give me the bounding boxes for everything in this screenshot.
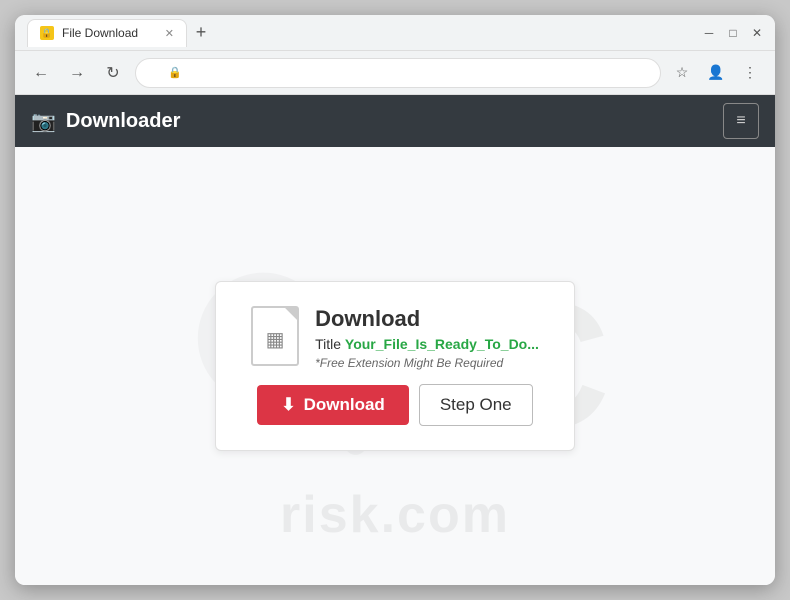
tabs-area: 🔒 File Download ✕ +: [23, 19, 691, 47]
main-content: PC risk.com ▦ Download Title Your_File_I…: [15, 147, 775, 585]
browser-window: 🔒 File Download ✕ + ─ □ ✕ ← → ↻ 🔒 ☆ 👤 ⋮: [15, 15, 775, 585]
bookmark-button[interactable]: ☆: [669, 60, 695, 86]
file-note: *Free Extension Might Be Required: [315, 356, 539, 370]
file-name-row: Title Your_File_Is_Ready_To_Do...: [315, 336, 539, 352]
file-icon: ▦: [251, 306, 299, 366]
brand-name: Downloader: [66, 110, 180, 133]
address-actions: ☆ 👤 ⋮: [669, 60, 763, 86]
download-btn-icon: ⬇: [281, 395, 295, 415]
minimize-button[interactable]: ─: [699, 23, 719, 43]
file-label: Title: [315, 336, 341, 352]
tab-title: File Download: [62, 26, 157, 40]
maximize-button[interactable]: □: [723, 23, 743, 43]
profile-button[interactable]: 👤: [703, 60, 729, 86]
title-bar: 🔒 File Download ✕ + ─ □ ✕: [15, 15, 775, 51]
download-button[interactable]: ⬇ Download: [257, 385, 408, 425]
download-btn-label: Download: [304, 395, 385, 415]
brand-icon: 📷: [31, 109, 56, 134]
address-bar: ← → ↻ 🔒 ☆ 👤 ⋮: [15, 51, 775, 95]
browser-menu-button[interactable]: ⋮: [737, 60, 763, 86]
tab-favicon: 🔒: [40, 26, 54, 40]
active-tab[interactable]: 🔒 File Download ✕: [27, 19, 187, 47]
address-input-box[interactable]: 🔒: [135, 58, 661, 88]
card-buttons: ⬇ Download Step One: [257, 384, 532, 426]
step-one-button[interactable]: Step One: [419, 384, 533, 426]
card-title: Download: [315, 306, 539, 332]
forward-button[interactable]: →: [63, 59, 91, 87]
app-header-right: ≡: [723, 103, 759, 139]
lock-icon: 🔒: [168, 66, 182, 79]
brand: 📷 Downloader: [31, 109, 180, 134]
app-header: 📷 Downloader ≡: [15, 95, 775, 147]
download-card: ▦ Download Title Your_File_Is_Ready_To_D…: [215, 281, 575, 451]
card-top: ▦ Download Title Your_File_Is_Ready_To_D…: [251, 306, 539, 370]
file-name-value: Your_File_Is_Ready_To_Do...: [345, 336, 539, 352]
tab-close-btn[interactable]: ✕: [165, 27, 174, 40]
back-button[interactable]: ←: [27, 59, 55, 87]
close-button[interactable]: ✕: [747, 23, 767, 43]
file-info: Download Title Your_File_Is_Ready_To_Do.…: [315, 306, 539, 370]
new-tab-button[interactable]: +: [187, 19, 215, 47]
risk-watermark-text: risk.com: [280, 485, 510, 545]
hamburger-menu-button[interactable]: ≡: [723, 103, 759, 139]
refresh-button[interactable]: ↻: [99, 59, 127, 87]
zip-icon: ▦: [266, 327, 285, 352]
window-controls: ─ □ ✕: [699, 23, 767, 43]
